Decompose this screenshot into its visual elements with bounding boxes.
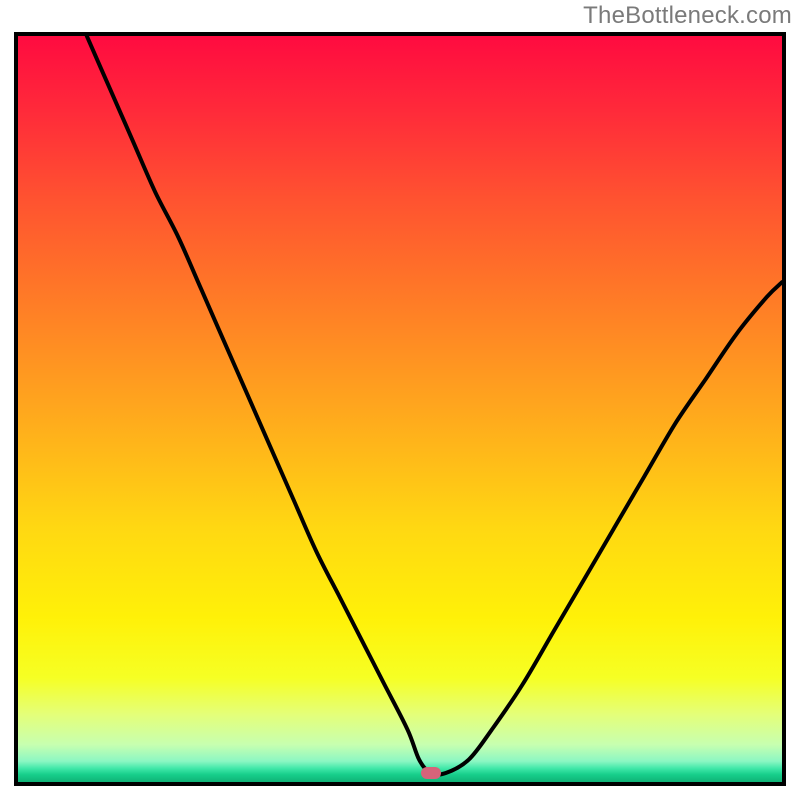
curve-svg [18,36,782,782]
chart-container: TheBottleneck.com [0,0,800,800]
attribution-text: TheBottleneck.com [583,2,792,30]
bottleneck-curve [87,36,782,775]
balance-marker [421,767,441,779]
plot-frame [14,32,786,786]
